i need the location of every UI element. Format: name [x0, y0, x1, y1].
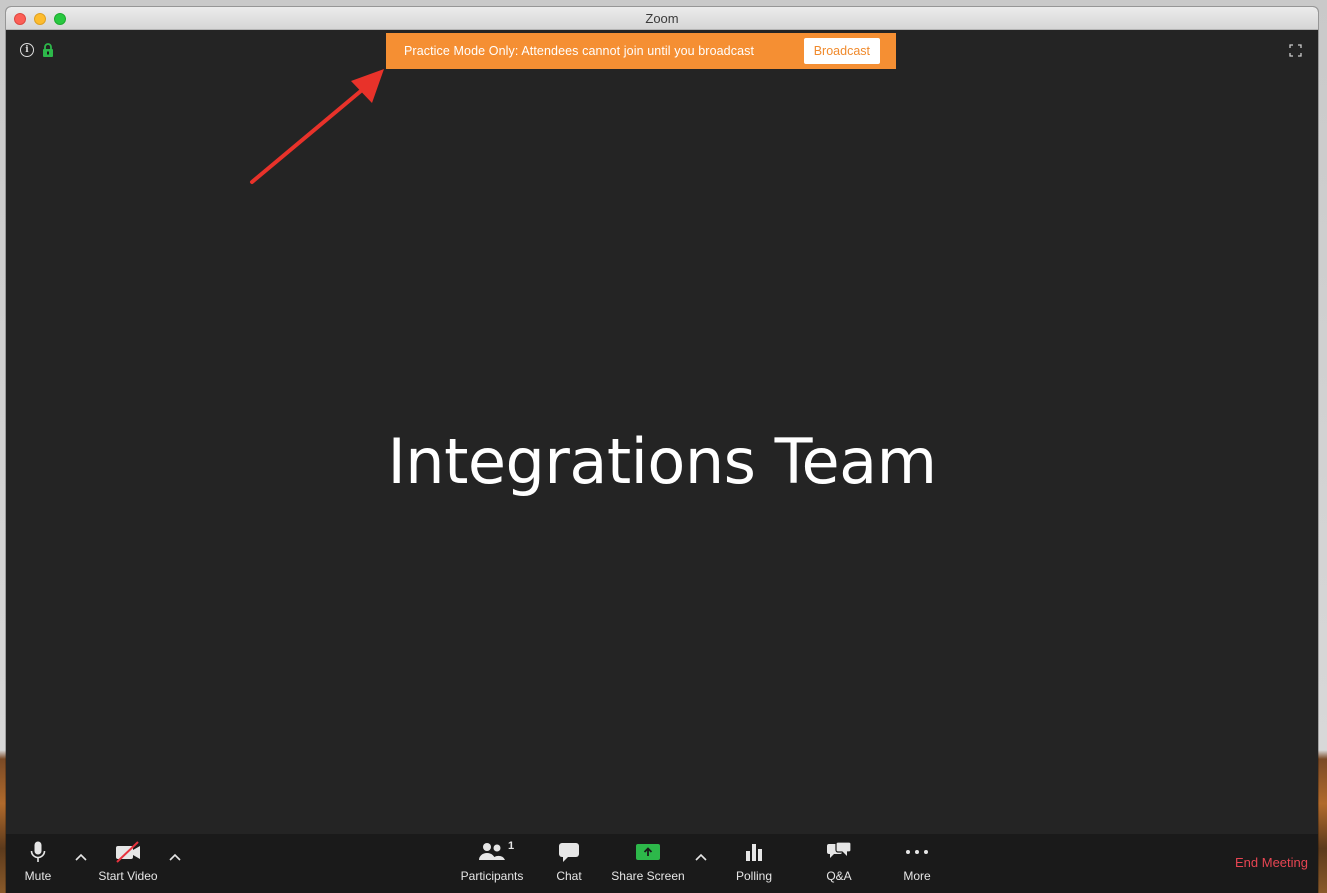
- qa-label: Q&A: [826, 869, 852, 883]
- info-icon[interactable]: i: [20, 43, 34, 57]
- share-screen-button[interactable]: Share Screen: [609, 834, 687, 893]
- more-dots-icon: [906, 850, 928, 854]
- video-options-chevron-icon[interactable]: [168, 852, 182, 862]
- chat-bubble-icon: [559, 843, 579, 862]
- start-video-button[interactable]: Start Video: [94, 834, 162, 893]
- participants-count-badge: 1: [508, 840, 515, 852]
- practice-mode-banner: Practice Mode Only: Attendees cannot joi…: [386, 33, 896, 69]
- audio-options-chevron-icon[interactable]: [74, 852, 88, 862]
- more-label: More: [903, 869, 931, 883]
- zoom-window: Zoom i Practice Mode Only: Attendees can…: [6, 7, 1318, 893]
- mute-button[interactable]: Mute: [18, 834, 58, 893]
- mute-label: Mute: [24, 869, 52, 883]
- share-screen-icon: [636, 844, 660, 860]
- participants-icon: [479, 843, 505, 860]
- bar-chart-icon: [746, 844, 762, 861]
- polling-label: Polling: [735, 869, 773, 883]
- chat-button[interactable]: Chat: [551, 834, 587, 893]
- polling-button[interactable]: Polling: [732, 834, 776, 893]
- lock-icon[interactable]: [42, 43, 54, 57]
- start-video-label: Start Video: [98, 869, 158, 883]
- share-screen-label: Share Screen: [611, 869, 685, 883]
- end-meeting-button[interactable]: End Meeting: [1235, 855, 1308, 870]
- chat-label: Chat: [556, 869, 582, 883]
- more-button[interactable]: More: [899, 834, 935, 893]
- meeting-title: Integrations Team: [387, 425, 937, 498]
- share-options-chevron-icon[interactable]: [694, 852, 708, 862]
- microphone-icon: [30, 841, 46, 862]
- qa-bubbles-icon: [827, 841, 852, 858]
- practice-mode-message: Practice Mode Only: Attendees cannot joi…: [404, 44, 755, 58]
- participants-button[interactable]: Participants 1: [456, 834, 528, 893]
- window-title: Zoom: [645, 11, 679, 26]
- qa-button[interactable]: Q&A: [822, 834, 856, 893]
- fullscreen-icon[interactable]: [1289, 44, 1302, 57]
- title-bar: Zoom: [6, 7, 1318, 30]
- participants-label: Participants: [460, 869, 524, 883]
- meeting-info-area: i: [20, 43, 54, 57]
- video-camera-off-icon: [116, 841, 140, 863]
- broadcast-button[interactable]: Broadcast: [803, 38, 880, 64]
- meeting-toolbar: Mute Start Video Participants 1 Chat Sha…: [6, 834, 1318, 893]
